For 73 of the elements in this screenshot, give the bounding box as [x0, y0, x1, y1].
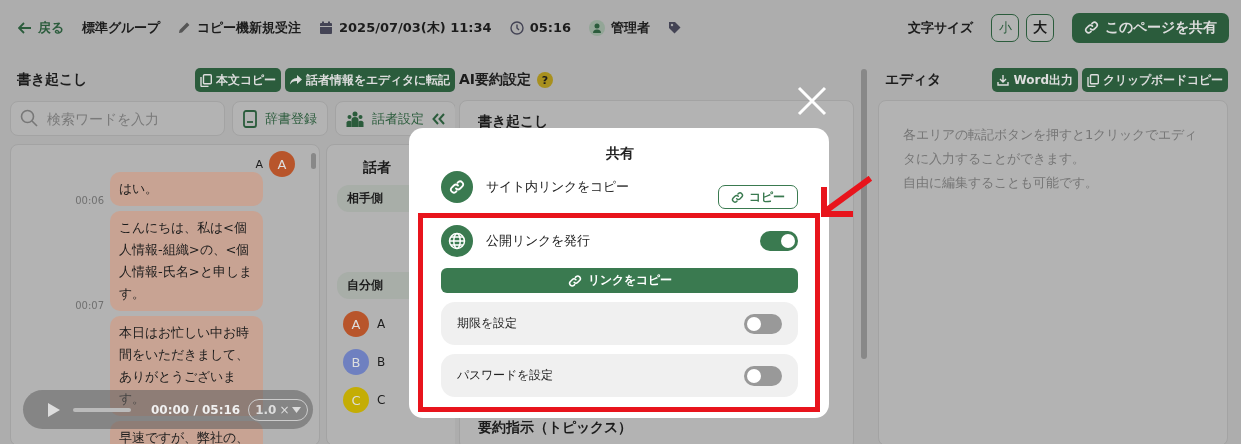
clock-icon — [509, 20, 524, 35]
panel-title: エディタ — [884, 71, 942, 89]
scrollbar[interactable] — [311, 153, 316, 169]
document-title: コピー機新規受注 — [197, 18, 301, 37]
message-bubble: はい。 — [110, 172, 263, 206]
panel-title: 話者 — [362, 159, 392, 177]
speaker-name: C — [377, 393, 386, 407]
duration: 05:16 — [529, 20, 572, 35]
play-icon[interactable] — [47, 401, 61, 418]
speaker-avatar: A — [343, 311, 369, 337]
share-page-button[interactable]: このページを共有 — [1072, 12, 1229, 43]
back-button[interactable]: 戻る — [18, 18, 64, 37]
panel-title: 書き起こし — [16, 71, 88, 89]
download-icon — [997, 74, 1010, 86]
font-size-button[interactable]: 小 — [991, 13, 1019, 42]
toggle-switch[interactable] — [744, 313, 782, 334]
clipboard-copy-button[interactable]: クリップボードコピー — [1082, 68, 1228, 92]
speaker-avatar: C — [343, 387, 369, 413]
option-label: サイト内リンクをコピー — [486, 178, 629, 196]
arrow-left-icon — [18, 21, 32, 34]
user-name: 管理者 — [611, 18, 651, 37]
link-icon — [449, 179, 465, 195]
close-icon[interactable] — [797, 86, 827, 116]
playback-time: 00:00 / 05:16 — [151, 402, 241, 417]
group-name: 標準グループ — [82, 18, 160, 37]
progress-track[interactable] — [73, 407, 131, 412]
speaker-name: B — [377, 355, 386, 369]
timestamp: 00:07 — [75, 300, 104, 311]
option-label: 公開リンクを発行 — [486, 232, 590, 250]
dictionary-button[interactable]: 辞書登録 — [232, 101, 328, 136]
pencil-icon — [178, 21, 191, 34]
section-title: 要約指示（トピックス） — [478, 419, 633, 437]
section-title: 書き起こし — [478, 113, 549, 131]
copy-icon — [1087, 73, 1099, 87]
copy-button[interactable]: コピー — [718, 185, 798, 209]
font-size-button[interactable]: 大 — [1026, 13, 1054, 42]
globe-icon — [441, 225, 473, 257]
copy-icon — [200, 73, 212, 87]
help-badge[interactable]: ? — [537, 72, 554, 88]
link-icon — [1084, 20, 1099, 35]
people-icon — [346, 110, 364, 127]
timestamp: 00:06 — [75, 195, 104, 206]
toggle-switch[interactable] — [760, 231, 798, 251]
dialog-title: 共有 — [604, 145, 635, 163]
search-icon — [20, 109, 38, 127]
search-field[interactable]: 検索ワードを入力 — [10, 101, 225, 136]
calendar-icon — [319, 20, 333, 35]
speaker-settings-button[interactable]: 話者設定 — [335, 101, 455, 136]
speaker-name: A — [377, 317, 386, 331]
link-icon — [567, 273, 582, 288]
speaker-label: A — [255, 157, 263, 171]
share-arrow-icon — [290, 75, 302, 85]
caret-icon — [292, 406, 302, 413]
option-label: 期限を設定 — [457, 315, 517, 332]
date-time: 2025/07/03(木) 11:34 — [339, 18, 492, 37]
user-avatar-icon — [589, 19, 606, 36]
panel-title: AI要約設定 — [459, 71, 532, 89]
toggle-switch[interactable] — [744, 365, 782, 386]
message-bubble: こんにちは、私は<個人情報-組織>の、<個人情報-氏名>と申します。 — [110, 211, 263, 311]
message-bubble: 早速ですが、弊社の、 — [110, 421, 263, 444]
option-label: パスワードを設定 — [457, 367, 553, 384]
link-icon — [731, 190, 744, 204]
copy-link-button[interactable]: リンクをコピー — [441, 268, 798, 293]
book-icon — [243, 109, 257, 128]
copy-text-button[interactable]: 本文コピー — [195, 68, 281, 92]
speaker-avatar: B — [343, 349, 369, 375]
font-size-label: 文字サイズ — [908, 18, 973, 37]
chevrons-left-icon — [432, 112, 445, 125]
tag-icon[interactable] — [668, 21, 682, 34]
transfer-button[interactable]: 話者情報をエディタに転記 — [285, 68, 455, 92]
scrollbar[interactable] — [861, 69, 867, 359]
export-button[interactable]: Word出力 — [992, 68, 1078, 92]
speaker-avatar: A — [269, 151, 295, 177]
